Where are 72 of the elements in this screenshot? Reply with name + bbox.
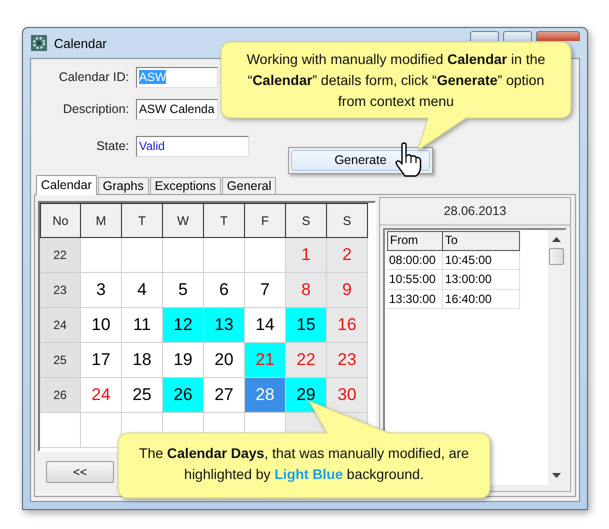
- calendar-day[interactable]: 9: [327, 273, 368, 308]
- calendar-day[interactable]: 25: [122, 378, 163, 413]
- calendar-day[interactable]: 16: [327, 308, 368, 343]
- input-field[interactable]: ASW Calenda: [136, 98, 218, 120]
- calendar-day[interactable]: 17: [81, 343, 122, 378]
- field-label: Calendar ID:: [58, 70, 129, 84]
- tab[interactable]: Calendar: [36, 175, 97, 195]
- week-number: 26: [40, 378, 81, 413]
- calendar-day[interactable]: 30: [327, 378, 368, 413]
- column-header: F: [245, 203, 286, 238]
- week-number: 24: [40, 308, 81, 343]
- scroll-down-icon: [552, 473, 561, 479]
- field-label: Description:: [62, 102, 129, 116]
- column-header: From: [387, 231, 443, 250]
- calendar-day[interactable]: 5: [163, 273, 204, 308]
- column-header: To: [443, 231, 520, 250]
- calendar-day[interactable]: 24: [81, 378, 122, 413]
- maximize-button[interactable]: [503, 31, 532, 41]
- table-cell: 10:45:00: [443, 250, 520, 270]
- calendar-day[interactable]: 20: [204, 343, 245, 378]
- week-number: 23: [40, 273, 81, 308]
- previous-button[interactable]: <<: [46, 461, 114, 483]
- tab[interactable]: General: [222, 177, 276, 194]
- field-label: State:: [95, 139, 129, 153]
- hand-cursor-icon: [393, 142, 423, 178]
- tab[interactable]: Exceptions: [150, 177, 221, 194]
- scroll-up-icon: [552, 236, 561, 242]
- calendar-day[interactable]: 4: [122, 273, 163, 308]
- column-header: W: [163, 203, 204, 238]
- column-header: T: [204, 203, 245, 238]
- table-cell: 10:55:00: [387, 270, 443, 290]
- scroll-thumb[interactable]: [549, 248, 564, 265]
- calendar-day[interactable]: 13: [204, 308, 245, 343]
- date-header: 28.06.2013: [380, 198, 570, 226]
- calendar-day[interactable]: 8: [286, 273, 327, 308]
- week-number: 22: [40, 238, 81, 273]
- calendar-day[interactable]: 7: [245, 273, 286, 308]
- calendar-day[interactable]: 27: [204, 378, 245, 413]
- input-field[interactable]: Valid: [136, 136, 249, 156]
- calendar-day[interactable]: 29: [286, 378, 327, 413]
- column-header: S: [286, 203, 327, 238]
- calendar-day[interactable]: 15: [286, 308, 327, 343]
- gear-icon: [30, 34, 48, 52]
- column-header: M: [81, 203, 122, 238]
- table-cell: 13:00:00: [443, 270, 520, 290]
- column-header: No: [40, 203, 81, 238]
- calendar-day[interactable]: 11: [122, 308, 163, 343]
- close-button[interactable]: [536, 31, 580, 41]
- table-cell: 13:30:00: [387, 290, 443, 309]
- column-header: S: [327, 203, 368, 238]
- window-title: Calendar: [54, 36, 107, 50]
- calendar-day[interactable]: 19: [163, 343, 204, 378]
- column-header: T: [122, 203, 163, 238]
- callout-text: Working with manually modified Calendar in the “Calendar” details form, click “Generate” option from context menu: [246, 50, 546, 111]
- table-cell: 16:40:00: [443, 290, 520, 309]
- calendar-day[interactable]: 21: [245, 343, 286, 378]
- calendar-day[interactable]: 6: [204, 273, 245, 308]
- calendar-day[interactable]: 14: [245, 308, 286, 343]
- calendar-day[interactable]: 10: [81, 308, 122, 343]
- calendar-day[interactable]: 22: [286, 343, 327, 378]
- calendar-day[interactable]: 2: [327, 238, 368, 273]
- calendar-day[interactable]: 26: [163, 378, 204, 413]
- calendar-day[interactable]: 1: [286, 238, 327, 273]
- tab[interactable]: Graphs: [98, 177, 149, 194]
- calendar-day[interactable]: 3: [81, 273, 122, 308]
- calendar-day[interactable]: 18: [122, 343, 163, 378]
- week-number: 25: [40, 343, 81, 378]
- callout-text: The Calendar Days, that was manually modified, are highlighted by Light Blue background.: [138, 444, 470, 484]
- table-cell: 08:00:00: [387, 250, 443, 270]
- minimize-button[interactable]: [470, 31, 499, 41]
- calendar-day[interactable]: 12: [163, 308, 204, 343]
- calendar-day[interactable]: 23: [327, 343, 368, 378]
